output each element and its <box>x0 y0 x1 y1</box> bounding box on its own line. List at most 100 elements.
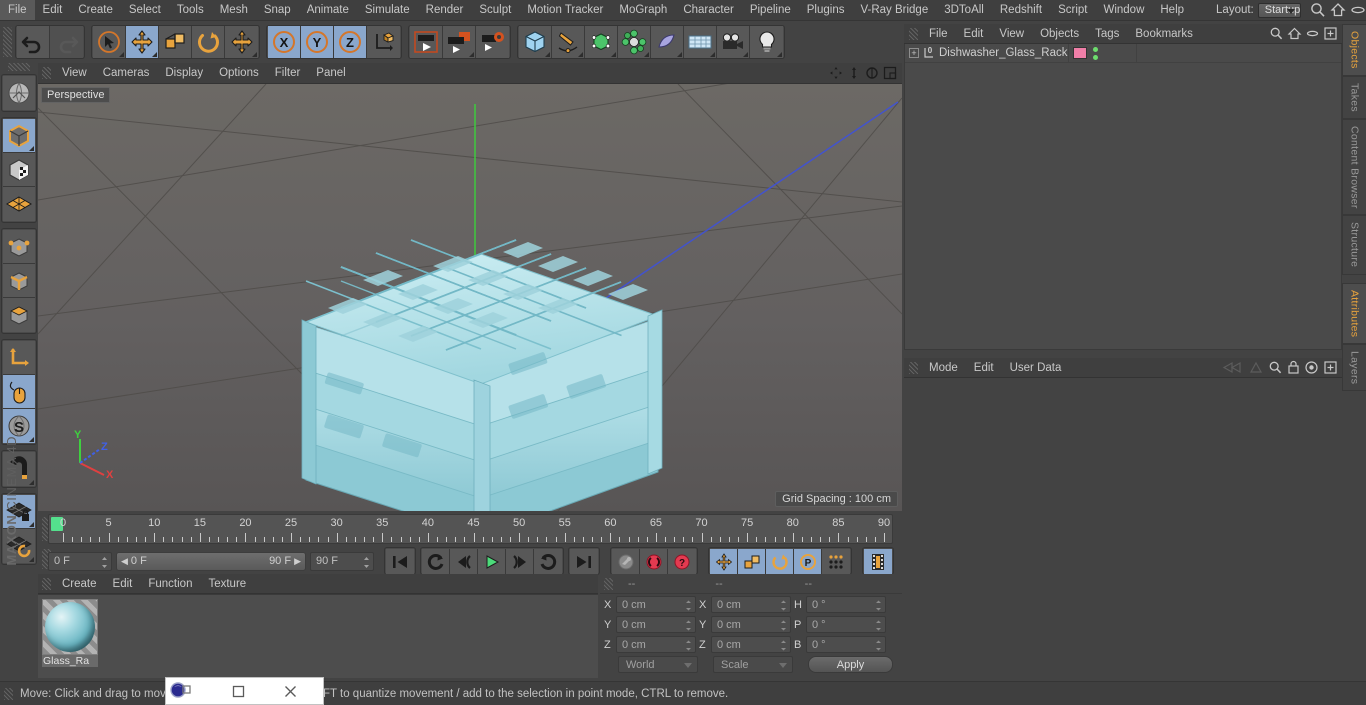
attribute-content[interactable] <box>904 378 1342 676</box>
viewport-menu-options[interactable]: Options <box>211 63 267 83</box>
menu-window[interactable]: Window <box>1095 0 1152 20</box>
object-menu-view[interactable]: View <box>991 24 1032 44</box>
object-menu-file[interactable]: File <box>921 24 956 44</box>
size-x-field[interactable]: 0 cm <box>711 596 791 613</box>
menu-redshift[interactable]: Redshift <box>992 0 1050 20</box>
point-mode-button[interactable] <box>3 230 35 264</box>
z-axis-button[interactable]: Z <box>334 26 367 58</box>
current-frame-field[interactable]: 0 F <box>48 551 112 571</box>
tab-layers[interactable]: Layers <box>1342 344 1366 392</box>
menu-mograph[interactable]: MoGraph <box>611 0 675 20</box>
apply-button[interactable]: Apply <box>808 656 893 673</box>
viewport-solo-button[interactable] <box>3 375 35 409</box>
go-to-start-button[interactable] <box>386 549 414 575</box>
scale-tool-button[interactable] <box>159 26 192 58</box>
size-z-field[interactable]: 0 cm <box>711 636 791 653</box>
menu-motion-tracker[interactable]: Motion Tracker <box>519 0 611 20</box>
perspective-viewport[interactable]: Perspective Grid Spacing : 100 cm Y Z X <box>38 84 902 511</box>
camera-button[interactable] <box>717 26 750 58</box>
play-reverse-button[interactable] <box>534 549 562 575</box>
eye-icon[interactable] <box>1349 1 1366 19</box>
menu-file[interactable]: File <box>0 0 35 20</box>
rotate-tool-button[interactable] <box>192 26 225 58</box>
undo-button[interactable] <box>17 26 50 58</box>
menu-script[interactable]: Script <box>1050 0 1095 20</box>
play-mode-button[interactable] <box>422 549 450 575</box>
move-alt-button[interactable] <box>225 26 258 58</box>
object-menu-edit[interactable]: Edit <box>956 24 992 44</box>
position-x-field[interactable]: 0 cm <box>616 596 696 613</box>
left-toolbar-grip[interactable] <box>8 63 30 71</box>
spinner-icon[interactable] <box>780 620 787 633</box>
pan-icon[interactable] <box>828 65 844 81</box>
keyframe-selection-button[interactable]: ? <box>668 549 696 575</box>
search-icon[interactable] <box>1309 1 1327 19</box>
floor-environment-button[interactable] <box>684 26 717 58</box>
material-list[interactable]: Glass_Ra <box>38 594 598 678</box>
spinner-icon[interactable] <box>363 556 370 569</box>
toolbar-grip[interactable] <box>3 27 12 57</box>
lock-icon[interactable] <box>1287 360 1300 380</box>
layout-select[interactable]: Startup <box>1257 2 1302 18</box>
object-axis-button[interactable] <box>3 341 35 375</box>
rotation-key-button[interactable] <box>766 549 794 575</box>
tab-takes[interactable]: Takes <box>1342 75 1366 119</box>
spinner-icon[interactable] <box>780 640 787 653</box>
size-mode-select[interactable]: Scale <box>713 656 793 673</box>
object-manager-grip[interactable] <box>909 27 918 40</box>
viewport-grip[interactable] <box>42 67 51 79</box>
spinner-icon[interactable] <box>685 600 692 613</box>
history-forward-icon[interactable] <box>1248 360 1264 380</box>
menu-plugins[interactable]: Plugins <box>799 0 853 20</box>
material-menu-function[interactable]: Function <box>140 574 200 594</box>
viewport-menu-filter[interactable]: Filter <box>267 63 309 83</box>
menu-3dtoall[interactable]: 3DToAll <box>936 0 992 20</box>
viewport-menu-display[interactable]: Display <box>157 63 211 83</box>
spinner-icon[interactable] <box>780 600 787 613</box>
material-menu-texture[interactable]: Texture <box>200 574 254 594</box>
viewport-menu-cameras[interactable]: Cameras <box>95 63 158 83</box>
material-menu-edit[interactable]: Edit <box>105 574 141 594</box>
material-tag-icon[interactable] <box>1073 47 1087 59</box>
size-y-field[interactable]: 0 cm <box>711 616 791 633</box>
object-tags-cell[interactable] <box>1069 43 1137 63</box>
world-object-axis-button[interactable] <box>367 26 400 58</box>
rotation-p-field[interactable]: 0 ° <box>806 616 886 633</box>
menu-create[interactable]: Create <box>70 0 121 20</box>
tab-objects[interactable]: Objects <box>1342 24 1366 76</box>
menu-sculpt[interactable]: Sculpt <box>471 0 519 20</box>
viewport-menu-panel[interactable]: Panel <box>308 63 353 83</box>
step-forward-button[interactable] <box>506 549 534 575</box>
tab-structure[interactable]: Structure <box>1342 215 1366 275</box>
edge-mode-button[interactable] <box>3 264 35 298</box>
menu-tools[interactable]: Tools <box>169 0 212 20</box>
menu-render[interactable]: Render <box>418 0 472 20</box>
material-menu-create[interactable]: Create <box>54 574 105 594</box>
menu-character[interactable]: Character <box>675 0 742 20</box>
target-icon[interactable] <box>1304 360 1319 380</box>
parameter-key-button[interactable] <box>822 549 850 575</box>
y-axis-button[interactable]: Y <box>301 26 334 58</box>
object-menu-objects[interactable]: Objects <box>1032 24 1087 44</box>
light-button[interactable] <box>750 26 783 58</box>
render-picture-viewer-button[interactable] <box>443 26 476 58</box>
object-menu-tags[interactable]: Tags <box>1087 24 1127 44</box>
play-forward-button[interactable] <box>478 549 506 575</box>
step-back-button[interactable] <box>450 549 478 575</box>
object-name-cell[interactable]: + 0 Dishwasher_Glass_Rack <box>905 43 1069 63</box>
deformer-button[interactable] <box>618 26 651 58</box>
attribute-menu-mode[interactable]: Mode <box>921 358 966 378</box>
position-z-field[interactable]: 0 cm <box>616 636 696 653</box>
visibility-dots-icon[interactable] <box>1093 46 1098 60</box>
spinner-icon[interactable] <box>101 556 108 569</box>
floating-window-titlebar[interactable] <box>165 677 324 705</box>
spinner-icon[interactable] <box>875 640 882 653</box>
material-item[interactable]: Glass_Ra <box>42 599 98 667</box>
rotation-b-field[interactable]: 0 ° <box>806 636 886 653</box>
menu-animate[interactable]: Animate <box>299 0 357 20</box>
scale-key-button[interactable] <box>738 549 766 575</box>
material-preview[interactable] <box>42 599 98 655</box>
tab-attributes[interactable]: Attributes <box>1342 282 1366 345</box>
go-to-end-button[interactable] <box>570 549 598 575</box>
coordinates-grip[interactable] <box>604 577 613 590</box>
